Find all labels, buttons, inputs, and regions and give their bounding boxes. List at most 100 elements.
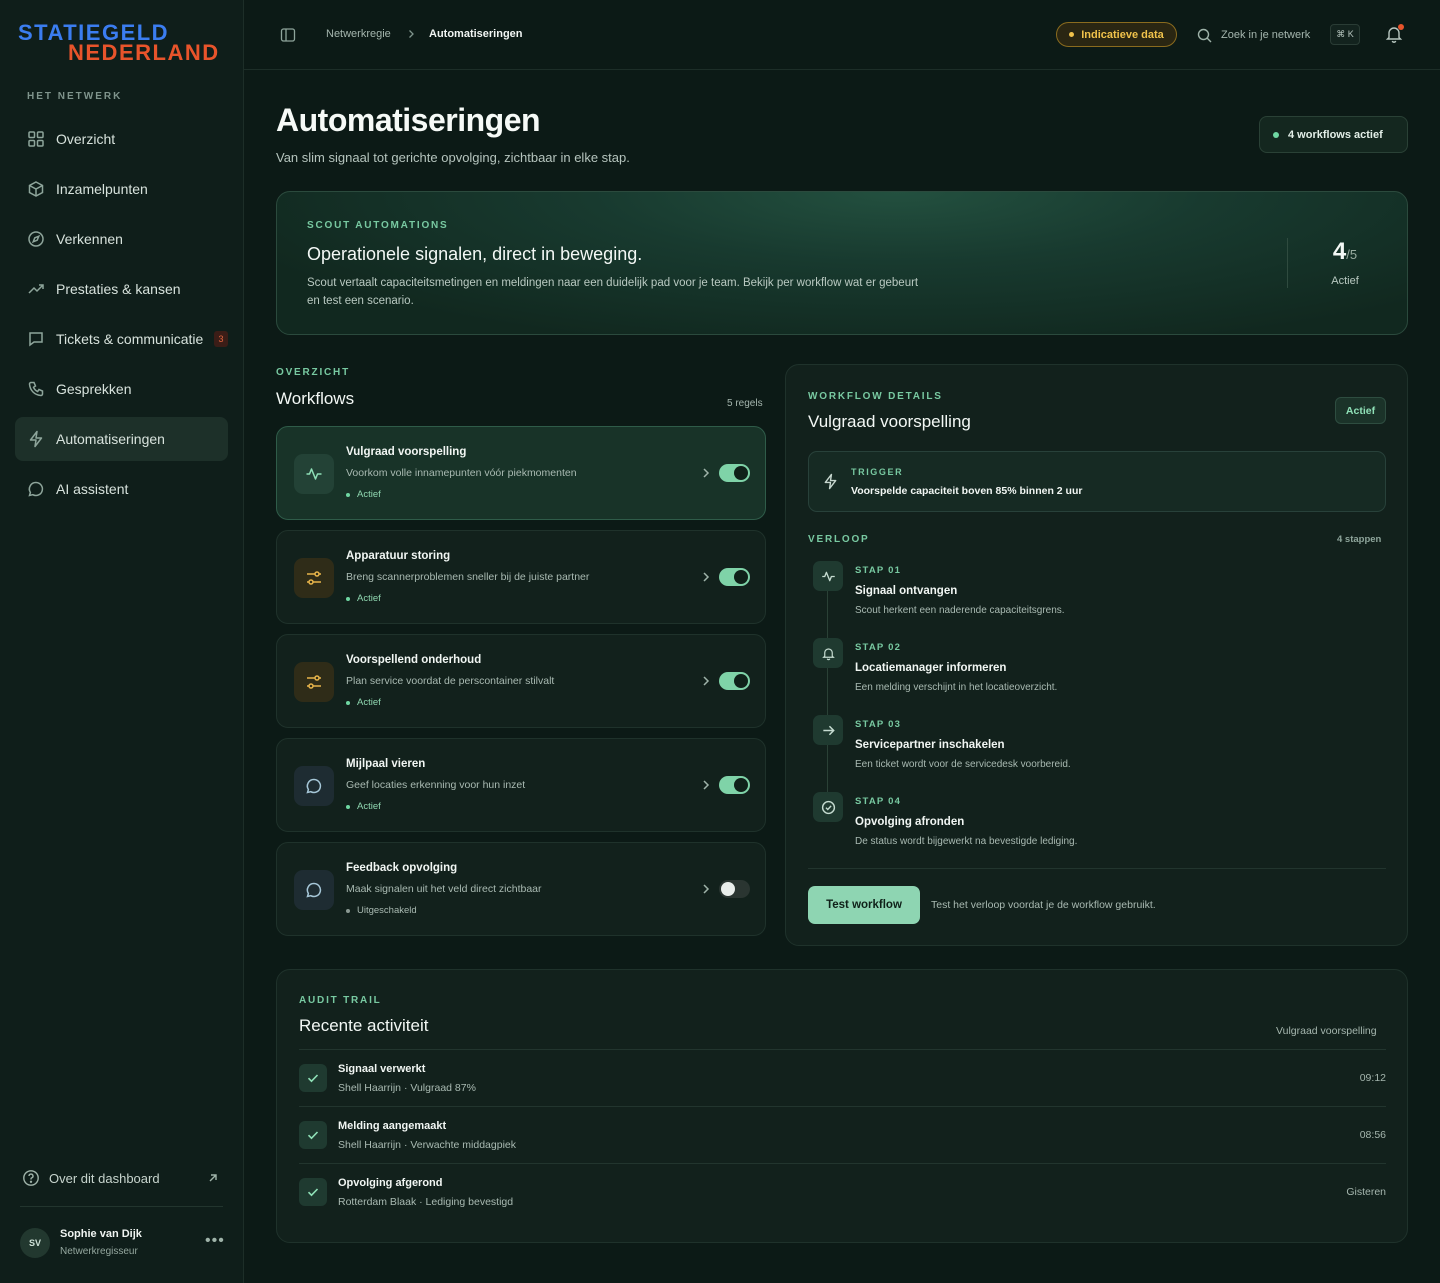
notification-dot bbox=[1398, 24, 1404, 30]
workflow-name: Apparatuur storing bbox=[346, 550, 451, 562]
workflow-card-vulgraad[interactable]: Vulgraad voorspelling Voorkom volle inna… bbox=[276, 426, 766, 520]
breadcrumb-netwerkregie[interactable]: Netwerkregie bbox=[326, 28, 391, 40]
chevron-right-icon[interactable] bbox=[700, 778, 712, 792]
sidebar-item-automatiseringen[interactable]: Automatiseringen bbox=[15, 417, 228, 461]
sidebar-item-label: Gesprekken bbox=[56, 381, 132, 397]
workflows-title: Workflows bbox=[276, 389, 355, 408]
workflow-toggle[interactable] bbox=[719, 776, 750, 794]
workflow-desc: Plan service voordat de perscontainer st… bbox=[346, 675, 555, 687]
test-workflow-button[interactable]: Test workflow bbox=[808, 886, 920, 924]
bolt-icon bbox=[27, 430, 45, 448]
page-subtitle: Van slim signaal tot gerichte opvolging,… bbox=[276, 150, 630, 165]
check-icon bbox=[299, 1121, 327, 1149]
audit-event-name: Opvolging afgerond bbox=[338, 1177, 443, 1189]
status-dot bbox=[1273, 131, 1279, 138]
scout-hero-card: SCOUT AUTOMATIONS Operationele signalen,… bbox=[276, 191, 1408, 335]
page-title: Automatiseringen bbox=[276, 102, 541, 138]
workflow-status: Uitgeschakeld bbox=[346, 905, 417, 916]
workflow-name: Vulgraad voorspelling bbox=[346, 446, 467, 458]
sidebar-item-tickets[interactable]: Tickets & communicatie 3 bbox=[15, 317, 228, 361]
chevron-right-icon[interactable] bbox=[700, 674, 712, 688]
chevron-right-icon[interactable] bbox=[700, 570, 712, 584]
grid-icon bbox=[27, 130, 45, 148]
active-count-label: Actief bbox=[1331, 275, 1359, 287]
workflow-desc: Geef locaties erkenning voor hun inzet bbox=[346, 779, 526, 791]
sidebar-nav: Overzicht Inzamelpunten Verkennen Presta… bbox=[15, 117, 228, 517]
status-dot bbox=[1069, 32, 1075, 37]
external-link-icon bbox=[206, 1171, 220, 1185]
audit-event-meta: Shell Haarrijn · Verwachte middagpiek bbox=[338, 1139, 517, 1151]
sidebar-item-gesprekken[interactable]: Gesprekken bbox=[15, 367, 228, 411]
test-workflow-hint: Test het verloop voordat je de workflow … bbox=[931, 899, 1156, 911]
sidebar-item-label: Prestaties & kansen bbox=[56, 281, 181, 297]
details-divider bbox=[808, 868, 1386, 869]
chevron-right-icon[interactable] bbox=[700, 466, 712, 480]
sidebar-item-overzicht[interactable]: Overzicht bbox=[15, 117, 228, 161]
step-title: Locatiemanager informeren bbox=[855, 662, 1007, 674]
audit-event-time: 09:12 bbox=[1359, 1072, 1386, 1084]
audit-event-name: Signaal verwerkt bbox=[338, 1063, 426, 1075]
bell-icon bbox=[813, 638, 843, 668]
workflow-toggle[interactable] bbox=[719, 672, 750, 690]
workflow-status-label: Actief bbox=[357, 593, 381, 604]
user-profile[interactable]: SV Sophie van Dijk Netwerkregisseur ••• bbox=[20, 1226, 225, 1262]
workflow-toggle[interactable] bbox=[719, 568, 750, 586]
sidebar-item-prestaties[interactable]: Prestaties & kansen bbox=[15, 267, 228, 311]
audit-trail-panel: AUDIT TRAIL Recente activiteit Vulgraad … bbox=[276, 969, 1408, 1243]
audit-event-time: Gisteren bbox=[1346, 1186, 1386, 1198]
audit-row: Signaal verwerkt Shell Haarrijn · Vulgra… bbox=[299, 1049, 1386, 1106]
sidebar-item-ai-assistent[interactable]: AI assistent bbox=[15, 467, 228, 511]
hero-divider bbox=[1287, 238, 1288, 288]
audit-filter-label: Vulgraad voorspelling bbox=[1276, 1025, 1377, 1037]
breadcrumb-current: Automatiseringen bbox=[429, 28, 523, 40]
indicative-data-label: Indicatieve data bbox=[1081, 28, 1164, 41]
workflow-card-apparatuur[interactable]: Apparatuur storing Breng scannerprobleme… bbox=[276, 530, 766, 624]
workflow-card-onderhoud[interactable]: Voorspellend onderhoud Plan service voor… bbox=[276, 634, 766, 728]
details-eyebrow: WORKFLOW DETAILS bbox=[808, 391, 943, 402]
active-workflows-label: 4 workflows actief bbox=[1288, 128, 1383, 141]
indicative-data-badge[interactable]: Indicatieve data bbox=[1056, 22, 1177, 47]
workflows-count: 5 regels bbox=[727, 398, 763, 409]
step-number: STAP 02 bbox=[855, 642, 902, 653]
hero-text: Scout vertaalt capaciteitsmetingen en me… bbox=[307, 277, 919, 307]
status-badge: Actief bbox=[1335, 397, 1386, 424]
step-desc: De status wordt bijgewerkt na bevestigde… bbox=[855, 836, 1078, 847]
audit-event-meta: Shell Haarrijn · Vulgraad 87% bbox=[338, 1082, 476, 1094]
step-title: Servicepartner inschakelen bbox=[855, 739, 1005, 751]
hero-title: Operationele signalen, direct in bewegin… bbox=[307, 244, 643, 264]
workflow-toggle[interactable] bbox=[719, 880, 750, 898]
about-dashboard-link[interactable]: Over dit dashboard bbox=[22, 1168, 222, 1188]
sidebar-item-verkennen[interactable]: Verkennen bbox=[15, 217, 228, 261]
more-options-icon[interactable]: ••• bbox=[205, 1233, 224, 1250]
workflow-card-feedback[interactable]: Feedback opvolging Maak signalen uit het… bbox=[276, 842, 766, 936]
chevron-right-icon[interactable] bbox=[700, 882, 712, 896]
workflow-desc: Voorkom volle innamepunten vóór piekmome… bbox=[346, 467, 577, 479]
nav-heading: HET NETWERK bbox=[27, 91, 123, 102]
tickets-count-badge: 3 bbox=[214, 331, 228, 347]
brand-logo[interactable]: STATIEGELD NEDERLAND bbox=[18, 22, 228, 66]
sidebar-item-label: Overzicht bbox=[56, 131, 116, 147]
workflows-eyebrow: OVERZICHT bbox=[276, 367, 350, 378]
audit-eyebrow: AUDIT TRAIL bbox=[299, 995, 382, 1006]
pulse-icon bbox=[294, 454, 334, 494]
workflow-status-label: Actief bbox=[357, 489, 381, 500]
audit-event-time: 08:56 bbox=[1359, 1129, 1386, 1141]
about-label: Over dit dashboard bbox=[49, 1170, 160, 1186]
arrow-right-icon bbox=[813, 715, 843, 745]
sidebar-toggle-icon[interactable] bbox=[280, 27, 296, 43]
step-desc: Een ticket wordt voor de servicedesk voo… bbox=[855, 759, 1071, 770]
chat-bubble-icon bbox=[294, 870, 334, 910]
audit-event-name: Melding aangemaakt bbox=[338, 1120, 447, 1132]
shortcut-hint: ⌘ K bbox=[1330, 24, 1360, 45]
workflow-status-label: Actief bbox=[357, 697, 381, 708]
chat-bubble-icon bbox=[27, 480, 45, 498]
user-role: Netwerkregisseur bbox=[60, 1246, 138, 1257]
audit-row: Opvolging afgerond Rotterdam Blaak · Led… bbox=[299, 1163, 1386, 1220]
workflow-toggle[interactable] bbox=[719, 464, 750, 482]
hero-eyebrow: SCOUT AUTOMATIONS bbox=[307, 220, 449, 231]
sidebar-item-inzamelpunten[interactable]: Inzamelpunten bbox=[15, 167, 228, 211]
workflow-status: Actief bbox=[346, 489, 381, 500]
step-item: STAP 04 Opvolging afronden De status wor… bbox=[808, 792, 1368, 852]
sliders-icon bbox=[294, 662, 334, 702]
workflow-card-mijlpaal[interactable]: Mijlpaal vieren Geef locaties erkenning … bbox=[276, 738, 766, 832]
